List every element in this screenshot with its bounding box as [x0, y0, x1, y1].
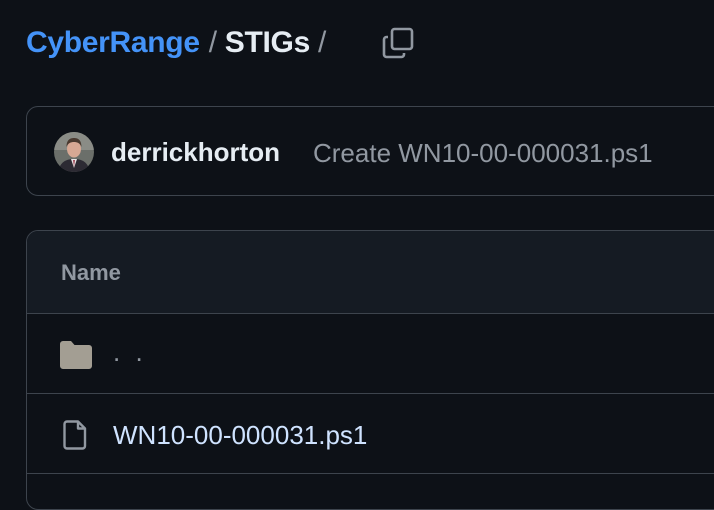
breadcrumb-repo-link[interactable]: CyberRange	[26, 26, 200, 60]
breadcrumb: CyberRange / STIGs /	[26, 24, 326, 62]
parent-directory-label[interactable]: . .	[113, 337, 147, 368]
table-header: Name	[27, 231, 714, 314]
avatar-image	[54, 132, 94, 172]
commit-message-link[interactable]: Create WN10-00-000031.ps1	[313, 138, 653, 169]
commit-author-link[interactable]: derrickhorton	[111, 137, 280, 168]
folder-icon	[60, 341, 92, 369]
latest-commit-bar: derrickhorton Create WN10-00-000031.ps1	[26, 106, 714, 196]
breadcrumb-current-folder: STIGs	[224, 26, 311, 59]
name-column-header: Name	[61, 260, 121, 285]
copy-path-button[interactable]	[378, 24, 418, 62]
avatar[interactable]	[54, 132, 94, 172]
file-icon	[63, 420, 87, 450]
file-table: Name . . WN10-00-000031.ps1	[26, 230, 714, 510]
file-name-link[interactable]: WN10-00-000031.ps1	[113, 420, 367, 451]
breadcrumb-trailing-separator: /	[317, 26, 327, 59]
breadcrumb-separator: /	[208, 26, 217, 59]
copy-icon	[382, 27, 414, 59]
parent-directory-row[interactable]: . .	[27, 314, 714, 394]
file-row[interactable]: WN10-00-000031.ps1	[27, 394, 714, 474]
